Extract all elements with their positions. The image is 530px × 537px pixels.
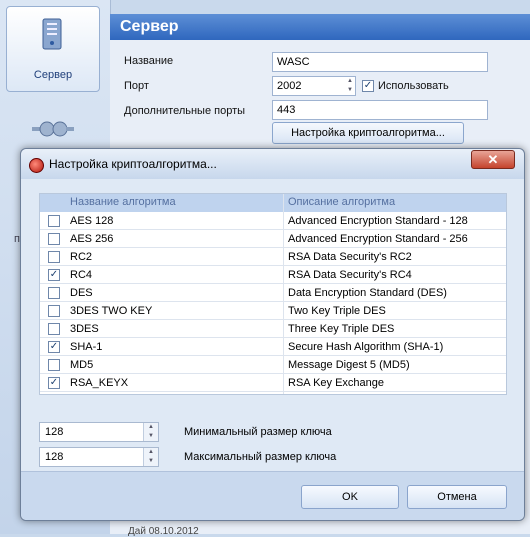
table-row[interactable]: MD5 Message Digest 5 (MD5) bbox=[40, 356, 506, 374]
port-field[interactable]: 2002 ▲ ▼ bbox=[272, 76, 356, 96]
algorithm-name: RC4 bbox=[70, 269, 93, 281]
ok-button[interactable]: OK bbox=[301, 485, 399, 509]
close-button[interactable]: ✕ bbox=[471, 150, 515, 169]
name-field[interactable]: WASC bbox=[272, 52, 488, 72]
algorithm-description: Two Key Triple DES bbox=[288, 305, 386, 317]
crypto-settings-button[interactable]: Настройка криптоалгоритма... bbox=[272, 122, 464, 144]
name-label: Название bbox=[124, 55, 174, 67]
use-label: Использовать bbox=[378, 80, 449, 92]
port-label: Порт bbox=[124, 80, 149, 92]
min-key-size-value: 128 bbox=[45, 426, 64, 438]
connection-icon[interactable] bbox=[30, 118, 76, 140]
algorithm-description: Data Encryption Standard (DES) bbox=[288, 287, 447, 299]
cancel-button[interactable]: Отмена bbox=[407, 485, 507, 509]
algorithm-table: Название алгоритма Описание алгоритма AE… bbox=[39, 193, 507, 395]
algorithm-name: AES 128 bbox=[70, 215, 114, 227]
app-icon bbox=[29, 158, 44, 173]
algorithm-name: DES bbox=[70, 287, 93, 299]
algorithm-name: RC2 bbox=[70, 251, 93, 263]
row-checkbox[interactable] bbox=[48, 323, 60, 335]
port-spinner-icon[interactable]: ▲ ▼ bbox=[347, 77, 353, 95]
column-header-description[interactable]: Описание алгоритма bbox=[288, 196, 395, 208]
algorithm-description: Advanced Encryption Standard - 256 bbox=[288, 233, 468, 245]
sidebar-item-server[interactable]: Сервер bbox=[6, 6, 100, 92]
table-row[interactable]: ✓ RC4 RSA Data Security's RC4 bbox=[40, 266, 506, 284]
crypto-dialog: Настройка криптоалгоритма... ✕ Название … bbox=[20, 148, 525, 521]
table-row[interactable]: ✓ RSA_KEYX RSA Key Exchange bbox=[40, 374, 506, 392]
max-key-size-label: Максимальный размер ключа bbox=[184, 451, 337, 463]
panel-title: Сервер bbox=[110, 14, 530, 40]
table-row[interactable]: AES 256 Advanced Encryption Standard - 25… bbox=[40, 230, 506, 248]
algorithm-description: RSA Key Exchange bbox=[288, 377, 385, 389]
table-row[interactable]: DES Data Encryption Standard (DES) bbox=[40, 284, 506, 302]
dialog-titlebar[interactable]: Настройка криптоалгоритма... ✕ bbox=[21, 149, 524, 179]
algorithm-description: Secure Hash Algorithm (SHA-1) bbox=[288, 341, 444, 353]
min-key-size-label: Минимальный размер ключа bbox=[184, 426, 332, 438]
min-key-size-spinner[interactable]: 128 ▲ ▼ bbox=[39, 422, 159, 442]
dialog-title: Настройка криптоалгоритма... bbox=[49, 157, 217, 171]
table-header: Название алгоритма Описание алгоритма bbox=[40, 194, 506, 212]
algorithm-name: RSA_KEYX bbox=[70, 377, 129, 389]
extra-ports-field[interactable]: 443 bbox=[272, 100, 488, 120]
bottom-partial-text: Дай 08.10.2012 bbox=[128, 526, 199, 537]
spinner-arrows-icon[interactable]: ▲ ▼ bbox=[143, 448, 158, 466]
max-key-size-value: 128 bbox=[45, 451, 64, 463]
table-row[interactable]: 3DES Three Key Triple DES bbox=[40, 320, 506, 338]
algorithm-name: 3DES bbox=[70, 323, 99, 335]
table-row[interactable]: 3DES TWO KEY Two Key Triple DES bbox=[40, 302, 506, 320]
port-value: 2002 bbox=[277, 80, 302, 92]
row-checkbox[interactable] bbox=[48, 215, 60, 227]
algorithm-description: Advanced Encryption Standard - 128 bbox=[288, 215, 468, 227]
algorithm-description: Three Key Triple DES bbox=[288, 323, 395, 335]
row-checkbox[interactable] bbox=[48, 359, 60, 371]
row-checkbox[interactable] bbox=[48, 305, 60, 317]
use-checkbox[interactable]: ✓ bbox=[362, 80, 374, 92]
algorithm-name: AES 256 bbox=[70, 233, 114, 245]
row-checkbox[interactable]: ✓ bbox=[48, 269, 60, 281]
algorithm-description: Message Digest 5 (MD5) bbox=[288, 359, 410, 371]
column-header-name[interactable]: Название алгоритма bbox=[70, 196, 176, 208]
algorithm-description: RSA Data Security's RC2 bbox=[288, 251, 412, 263]
algorithm-description: RSA Data Security's RC4 bbox=[288, 269, 412, 281]
dialog-footer: OK Отмена bbox=[21, 471, 524, 520]
row-checkbox[interactable]: ✓ bbox=[48, 341, 60, 353]
spinner-arrows-icon[interactable]: ▲ ▼ bbox=[143, 423, 158, 441]
max-key-size-spinner[interactable]: 128 ▲ ▼ bbox=[39, 447, 159, 467]
table-row[interactable]: RC2 RSA Data Security's RC2 bbox=[40, 248, 506, 266]
algorithm-name: SHA-1 bbox=[70, 341, 103, 353]
row-checkbox[interactable]: ✓ bbox=[48, 377, 60, 389]
row-checkbox[interactable] bbox=[48, 287, 60, 299]
sidebar-item-label: Сервер bbox=[33, 69, 73, 81]
extra-ports-label: Дополнительные порты bbox=[124, 105, 246, 117]
row-checkbox[interactable] bbox=[48, 251, 60, 263]
row-checkbox[interactable] bbox=[48, 233, 60, 245]
algorithm-name: MD5 bbox=[70, 359, 94, 371]
table-row[interactable]: AES 128 Advanced Encryption Standard - 12… bbox=[40, 212, 506, 230]
table-row[interactable]: ✓ SHA-1 Secure Hash Algorithm (SHA-1) bbox=[40, 338, 506, 356]
algorithm-name: 3DES TWO KEY bbox=[70, 305, 153, 317]
server-icon bbox=[42, 18, 62, 50]
